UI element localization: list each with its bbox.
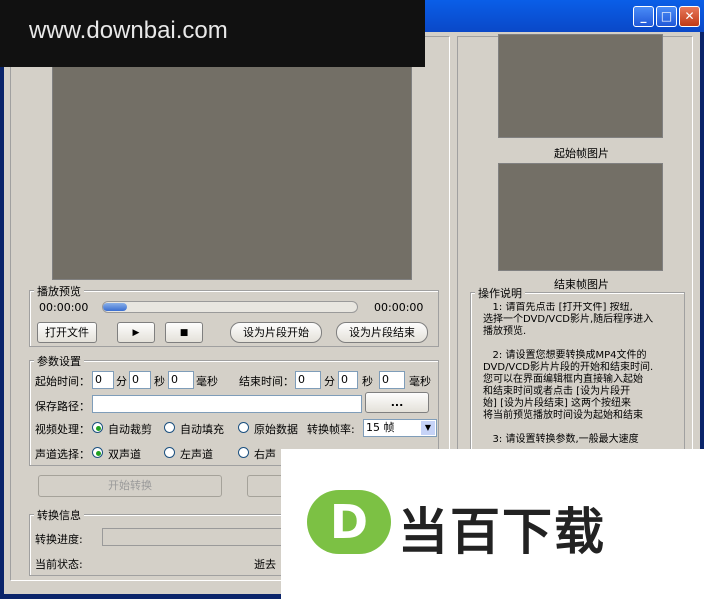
minimize-button[interactable]: _: [633, 6, 654, 27]
start-frame-image: [498, 34, 663, 138]
total-time: 00:00:00: [374, 301, 424, 314]
end-ms-field[interactable]: 0: [379, 371, 405, 389]
start-frame-label: 起始帧图片: [554, 147, 609, 160]
video-option-radio-1[interactable]: [164, 422, 175, 433]
convert-progress-label: 转换进度:: [35, 533, 83, 546]
audio-option-label-2: 右声: [254, 448, 276, 461]
audio-option-radio-0[interactable]: [92, 447, 103, 458]
open-file-button[interactable]: 打开文件: [37, 322, 97, 343]
video-option-label-1: 自动填充: [180, 423, 224, 436]
fps-select[interactable]: 15 帧 ▼: [363, 419, 437, 437]
chevron-down-icon[interactable]: ▼: [421, 421, 435, 435]
seek-slider[interactable]: [102, 301, 358, 313]
audio-option-label-1: 左声道: [180, 448, 213, 461]
start-minutes-field[interactable]: 0: [92, 371, 114, 389]
info-group-title: 转换信息: [34, 507, 84, 523]
save-path-label: 保存路径：: [35, 400, 90, 413]
seconds-unit: 秒: [154, 375, 165, 388]
audio-option-label-0: 双声道: [108, 448, 141, 461]
minutes-unit: 分: [324, 375, 335, 388]
params-group-title: 参数设置: [34, 353, 84, 369]
start-seconds-field[interactable]: 0: [129, 371, 151, 389]
audio-option-radio-2[interactable]: [238, 447, 249, 458]
end-time-label: 结束时间：: [239, 375, 294, 388]
audio-channel-label: 声道选择：: [35, 448, 90, 461]
end-frame-label: 结束帧图片: [554, 278, 609, 291]
elapsed-time-label: 逝去: [254, 558, 276, 571]
stop-button[interactable]: ■: [165, 322, 203, 343]
audio-option-radio-1[interactable]: [164, 447, 175, 458]
video-option-radio-2[interactable]: [238, 422, 249, 433]
start-convert-button[interactable]: 开始转换: [38, 475, 222, 497]
seek-thumb[interactable]: [103, 303, 127, 311]
convert-progress-bar: [102, 528, 292, 546]
video-preview[interactable]: [52, 40, 412, 280]
fps-label: 转换帧率:: [307, 423, 355, 436]
logo-text: 当百下载: [398, 503, 606, 561]
set-segment-start-button[interactable]: 设为片段开始: [230, 322, 322, 343]
set-segment-end-button[interactable]: 设为片段结束: [336, 322, 428, 343]
ms-unit: 毫秒: [196, 375, 218, 388]
video-option-label-0: 自动裁剪: [108, 423, 152, 436]
help-group-title: 操作说明: [475, 285, 525, 301]
ms-unit: 毫秒: [409, 375, 431, 388]
play-button[interactable]: ▶: [117, 322, 155, 343]
end-minutes-field[interactable]: 0: [295, 371, 321, 389]
current-status-label: 当前状态:: [35, 558, 83, 571]
end-frame-image: [498, 163, 663, 271]
start-time-label: 起始时间：: [35, 375, 90, 388]
minutes-unit: 分: [116, 375, 127, 388]
maximize-button[interactable]: □: [656, 6, 677, 27]
play-icon: ▶: [132, 328, 140, 338]
logo-icon: D: [307, 490, 391, 554]
video-option-label-2: 原始数据: [254, 423, 298, 436]
video-processing-label: 视频处理：: [35, 423, 90, 436]
start-ms-field[interactable]: 0: [168, 371, 194, 389]
close-button[interactable]: ✕: [679, 6, 700, 27]
end-seconds-field[interactable]: 0: [338, 371, 358, 389]
fps-value: 15 帧: [366, 421, 395, 434]
seconds-unit: 秒: [362, 375, 373, 388]
video-option-radio-0[interactable]: [92, 422, 103, 433]
current-time: 00:00:00: [39, 301, 89, 314]
preview-group-title: 播放预览: [34, 283, 84, 299]
stop-icon: ■: [179, 328, 189, 338]
save-path-field[interactable]: [92, 395, 362, 413]
help-text: 1: 请首先点击 [打开文件] 按纽, 选择一个DVD/VCD影片,随后程序进入…: [483, 302, 654, 445]
browse-button[interactable]: ...: [365, 392, 429, 413]
watermark-banner: www.downbai.com: [0, 0, 425, 67]
